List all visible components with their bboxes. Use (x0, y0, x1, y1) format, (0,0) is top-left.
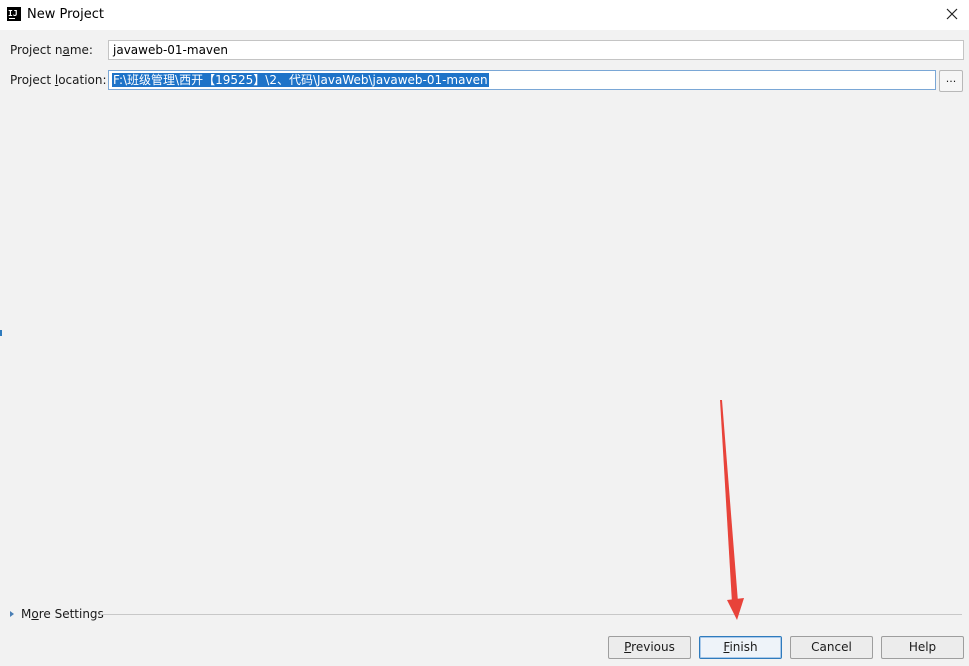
intellij-app-icon: IJ (7, 7, 21, 21)
expand-triangle-icon (10, 611, 14, 617)
project-name-label-mnemonic: a (62, 43, 70, 57)
more-settings-label-post: re Settings (38, 607, 104, 621)
close-icon (946, 8, 958, 20)
app-icon-underline (9, 18, 15, 19)
finish-button[interactable]: Finish (699, 636, 782, 659)
app-icon-text: IJ (8, 9, 18, 18)
project-name-label: Project name: (10, 43, 93, 57)
edge-marker (0, 330, 2, 336)
project-location-label-post: ocation: (58, 73, 107, 87)
project-location-label: Project location: (10, 73, 107, 87)
project-location-label-pre: Project (10, 73, 55, 87)
annotation-arrow (720, 400, 744, 620)
window-title: New Project (27, 7, 104, 22)
project-name-label-pre: Project n (10, 43, 63, 57)
arrow-shaft (720, 400, 738, 603)
project-name-input[interactable]: javaweb-01-maven (108, 40, 964, 60)
help-button[interactable]: Help (881, 636, 964, 659)
cancel-button[interactable]: Cancel (790, 636, 873, 659)
more-settings-label-pre: M (21, 607, 32, 621)
browse-button[interactable]: ... (939, 70, 963, 92)
project-location-value: F:\班级管理\西开【19525】\2、代码\JavaWeb\javaweb-0… (112, 73, 489, 87)
title-bar: IJ New Project (0, 0, 969, 30)
project-name-value: javaweb-01-maven (113, 43, 229, 57)
project-name-label-post: me: (69, 43, 93, 57)
settings-separator (100, 614, 962, 615)
project-location-input[interactable]: F:\班级管理\西开【19525】\2、代码\JavaWeb\javaweb-0… (108, 70, 936, 90)
previous-label-rest: revious (631, 640, 675, 654)
more-settings-label: More Settings (21, 607, 104, 621)
previous-button[interactable]: Previous (608, 636, 691, 659)
finish-label-rest: inish (729, 640, 758, 654)
arrow-head (727, 598, 744, 620)
close-button[interactable] (941, 3, 963, 25)
more-settings-label-mnemonic: o (31, 607, 39, 621)
